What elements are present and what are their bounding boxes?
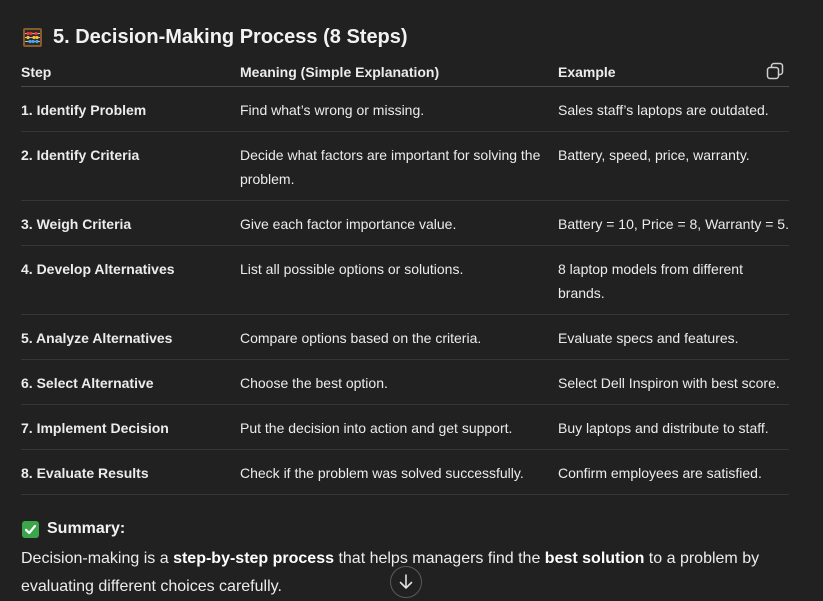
example-cell: 8 laptop models from different brands. bbox=[558, 261, 743, 301]
example-cell: Evaluate specs and features. bbox=[558, 330, 739, 346]
scroll-down-button[interactable] bbox=[390, 566, 422, 598]
header-example: Example bbox=[558, 64, 616, 80]
copy-icon[interactable] bbox=[765, 61, 785, 81]
example-cell: Battery, speed, price, warranty. bbox=[558, 147, 750, 163]
table-row: 3. Weigh Criteria Give each factor impor… bbox=[21, 201, 789, 246]
summary-text-part: that helps managers find the bbox=[334, 550, 545, 567]
header-meaning: Meaning (Simple Explanation) bbox=[240, 64, 440, 80]
meaning-cell: Find what’s wrong or missing. bbox=[240, 102, 425, 118]
example-cell: Confirm employees are satisfied. bbox=[558, 465, 762, 481]
meaning-cell: Put the decision into action and get sup… bbox=[240, 420, 513, 436]
summary-heading: Summary: bbox=[22, 520, 125, 538]
summary-text-part: Decision-making is a bbox=[21, 550, 174, 567]
table-row: 6. Select Alternative Choose the best op… bbox=[21, 360, 789, 405]
step-cell: 7. Implement Decision bbox=[21, 420, 169, 436]
header-step: Step bbox=[21, 64, 52, 80]
example-cell: Battery = 10, Price = 8, Warranty = 5. bbox=[558, 216, 789, 232]
step-cell: 6. Select Alternative bbox=[21, 375, 154, 391]
example-cell: Buy laptops and distribute to staff. bbox=[558, 420, 769, 436]
step-cell: 8. Evaluate Results bbox=[21, 465, 149, 481]
table-row: 1. Identify Problem Find what’s wrong or… bbox=[21, 87, 789, 132]
summary-bold-text: step-by-step process bbox=[173, 550, 334, 567]
table-row: 5. Analyze Alternatives Compare options … bbox=[21, 315, 789, 360]
meaning-cell: Choose the best option. bbox=[240, 375, 388, 391]
section-title: 5. Decision-Making Process (8 Steps) bbox=[53, 26, 408, 48]
summary-title: Summary: bbox=[47, 520, 126, 537]
section-heading: 5. Decision-Making Process (8 Steps) bbox=[22, 26, 408, 49]
step-cell: 4. Develop Alternatives bbox=[21, 261, 175, 277]
steps-table: Step Meaning (Simple Explanation) Exampl… bbox=[21, 58, 789, 495]
table-row: 8. Evaluate Results Check if the problem… bbox=[21, 450, 789, 495]
table-row: 7. Implement Decision Put the decision i… bbox=[21, 405, 789, 450]
example-cell: Select Dell Inspiron with best score. bbox=[558, 375, 780, 391]
table-row: 4. Develop Alternatives List all possibl… bbox=[21, 246, 789, 315]
step-cell: 5. Analyze Alternatives bbox=[21, 330, 173, 346]
arrow-down-icon bbox=[399, 574, 413, 589]
step-cell: 1. Identify Problem bbox=[21, 102, 147, 118]
step-cell: 2. Identify Criteria bbox=[21, 147, 140, 163]
meaning-cell: Decide what factors are important for so… bbox=[240, 147, 541, 187]
step-cell: 3. Weigh Criteria bbox=[21, 216, 132, 232]
table-row: 2. Identify Criteria Decide what factors… bbox=[21, 132, 789, 201]
check-mark-icon bbox=[22, 520, 39, 538]
meaning-cell: List all possible options or solutions. bbox=[240, 261, 464, 277]
summary-bold-text: best solution bbox=[544, 550, 645, 567]
abacus-icon bbox=[23, 28, 42, 47]
meaning-cell: Give each factor importance value. bbox=[240, 216, 457, 232]
table-header: Step Meaning (Simple Explanation) Exampl… bbox=[21, 58, 789, 87]
meaning-cell: Compare options based on the criteria. bbox=[240, 330, 482, 346]
example-cell: Sales staff’s laptops are outdated. bbox=[558, 102, 769, 118]
meaning-cell: Check if the problem was solved successf… bbox=[240, 465, 524, 481]
